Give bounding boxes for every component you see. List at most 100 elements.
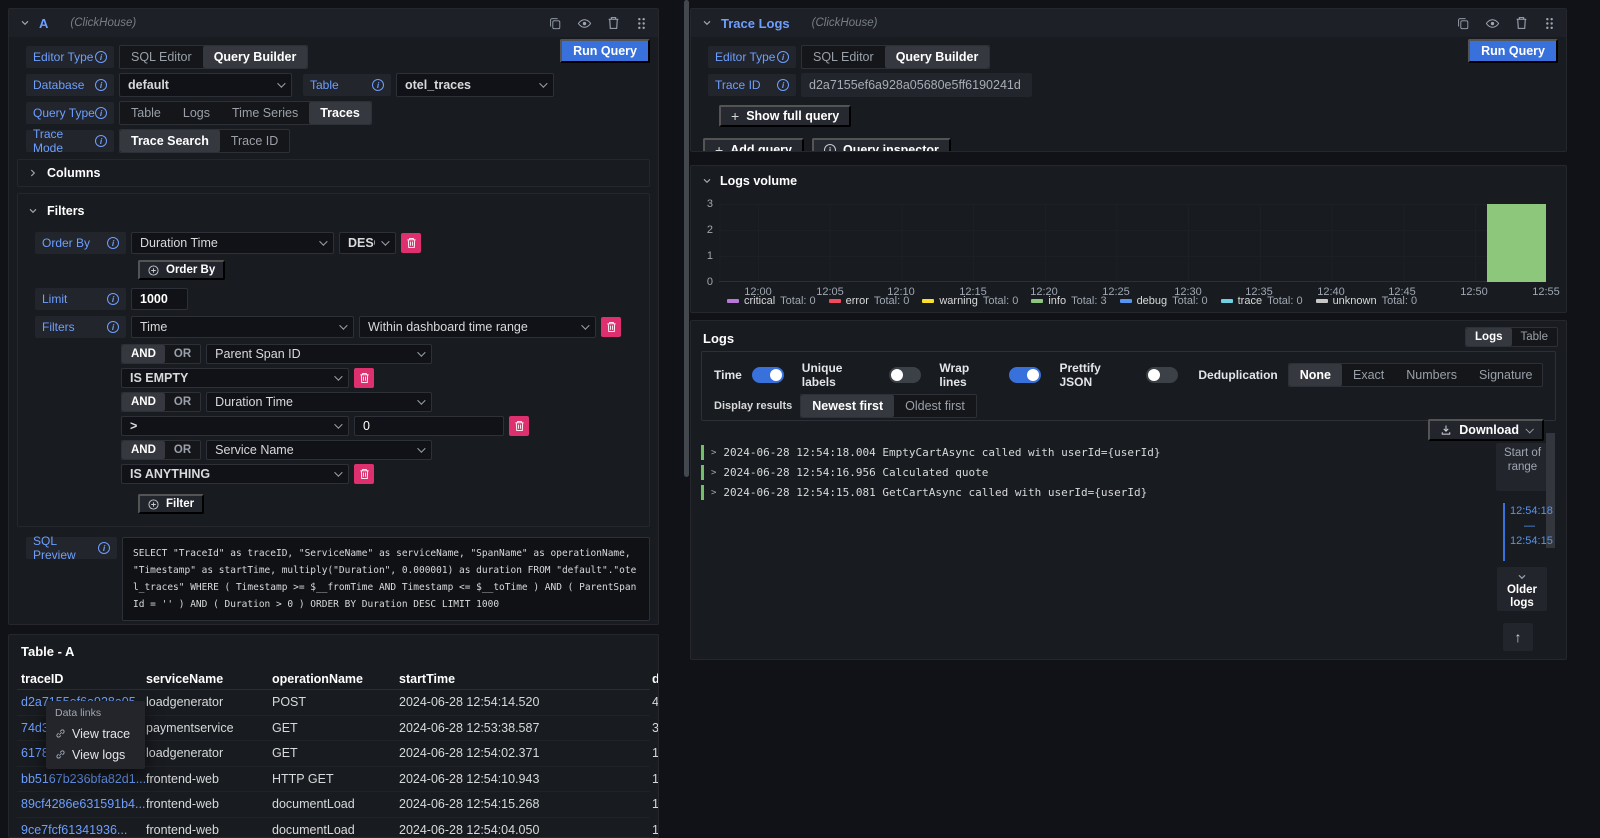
database-select[interactable]: default bbox=[119, 73, 292, 97]
option-query-builder[interactable]: Query Builder bbox=[885, 46, 990, 68]
log-row[interactable]: > 2024-06-28 12:54:18.004 EmptyCartAsync… bbox=[701, 445, 1486, 460]
trace-id-link[interactable]: 9ce7fcf61341936... bbox=[21, 823, 146, 837]
option-logs-view[interactable]: Logs bbox=[1466, 328, 1511, 346]
add-query-button[interactable]: +Add query bbox=[703, 138, 804, 152]
condition-operator-select[interactable]: > bbox=[121, 416, 349, 436]
option-or[interactable]: OR bbox=[165, 393, 200, 411]
drag-handle-icon[interactable] bbox=[635, 17, 648, 30]
option-sql-editor[interactable]: SQL Editor bbox=[120, 46, 203, 68]
table-select[interactable]: otel_traces bbox=[396, 73, 554, 97]
option-trace-id[interactable]: Trace ID bbox=[220, 130, 289, 152]
duplicate-icon[interactable] bbox=[1456, 16, 1470, 30]
logs-volume-header[interactable]: Logs volume bbox=[691, 166, 1566, 188]
col-servicename[interactable]: serviceName bbox=[146, 672, 272, 686]
option-logs[interactable]: Logs bbox=[172, 102, 221, 124]
option-time-series[interactable]: Time Series bbox=[221, 102, 309, 124]
eye-icon[interactable] bbox=[1485, 16, 1500, 31]
remove-condition-button[interactable] bbox=[509, 416, 529, 436]
legend-item[interactable]: errorTotal: 0 bbox=[829, 295, 910, 307]
older-logs-button[interactable]: Older logs bbox=[1497, 567, 1547, 611]
pane-scrollbar[interactable] bbox=[684, 0, 689, 477]
condition-value-input[interactable]: 0 bbox=[354, 416, 504, 436]
order-by-field-select[interactable]: Duration Time bbox=[131, 232, 334, 254]
option-numbers[interactable]: Numbers bbox=[1395, 364, 1468, 386]
col-duration[interactable]: duration bbox=[652, 672, 659, 686]
eye-icon[interactable] bbox=[577, 16, 592, 31]
option-query-builder[interactable]: Query Builder bbox=[203, 46, 308, 68]
filter-field-select[interactable]: Time bbox=[131, 316, 354, 338]
wrap-lines-toggle[interactable] bbox=[1009, 367, 1041, 383]
option-table[interactable]: Table bbox=[120, 102, 172, 124]
trace-id-input[interactable]: d2a7155ef6a928a05680e5ff6190241d bbox=[801, 73, 1032, 97]
option-oldest-first[interactable]: Oldest first bbox=[894, 395, 976, 417]
option-sql-editor[interactable]: SQL Editor bbox=[802, 46, 885, 68]
condition-field-select[interactable]: Duration Time bbox=[206, 392, 432, 412]
option-and[interactable]: AND bbox=[122, 345, 165, 363]
legend-item[interactable]: warningTotal: 0 bbox=[922, 295, 1018, 307]
option-trace-search[interactable]: Trace Search bbox=[120, 130, 220, 152]
legend-item[interactable]: unknownTotal: 0 bbox=[1316, 295, 1418, 307]
option-and[interactable]: AND bbox=[122, 441, 165, 459]
option-none[interactable]: None bbox=[1289, 364, 1342, 386]
show-full-query-button[interactable]: +Show full query bbox=[719, 105, 851, 127]
unique-labels-toggle[interactable] bbox=[889, 367, 921, 383]
remove-condition-button[interactable] bbox=[354, 368, 374, 388]
option-table-view[interactable]: Table bbox=[1512, 328, 1558, 346]
query-inspector-button[interactable]: iQuery inspector bbox=[812, 138, 951, 152]
range-end-time: 12:54:15 bbox=[1510, 535, 1553, 547]
add-filter-button[interactable]: Filter bbox=[138, 494, 204, 514]
option-traces[interactable]: Traces bbox=[309, 102, 371, 124]
scroll-to-top-button[interactable]: ↑ bbox=[1503, 623, 1533, 651]
filter-value-select[interactable]: Within dashboard time range bbox=[359, 316, 596, 338]
col-traceid[interactable]: traceID bbox=[21, 672, 146, 686]
col-operationname[interactable]: operationName bbox=[272, 672, 399, 686]
option-or[interactable]: OR bbox=[165, 345, 200, 363]
option-or[interactable]: OR bbox=[165, 441, 200, 459]
view-trace-menu-item[interactable]: View trace bbox=[46, 723, 145, 744]
legend-item[interactable]: criticalTotal: 0 bbox=[727, 295, 816, 307]
remove-condition-button[interactable] bbox=[354, 464, 374, 484]
limit-input[interactable]: 1000 bbox=[131, 288, 188, 310]
run-query-button[interactable]: Run Query bbox=[560, 39, 650, 63]
filters-section-header[interactable]: Filters bbox=[18, 198, 649, 224]
option-and[interactable]: AND bbox=[122, 393, 165, 411]
expand-log-icon[interactable]: > bbox=[711, 448, 716, 458]
prettify-json-toggle[interactable] bbox=[1146, 367, 1178, 383]
legend-item[interactable]: traceTotal: 0 bbox=[1221, 295, 1303, 307]
panel-title[interactable]: Trace Logs bbox=[721, 16, 790, 31]
chevron-down-icon[interactable] bbox=[19, 17, 31, 29]
delete-panel-icon[interactable] bbox=[607, 16, 620, 30]
expand-log-icon[interactable]: > bbox=[711, 468, 716, 478]
expand-log-icon[interactable]: > bbox=[711, 488, 716, 498]
log-row[interactable]: > 2024-06-28 12:54:15.081 GetCartAsync c… bbox=[701, 485, 1486, 500]
condition-operator-select[interactable]: IS ANYTHING bbox=[121, 464, 349, 484]
drag-handle-icon[interactable] bbox=[1543, 17, 1556, 30]
add-order-by-button[interactable]: Order By bbox=[138, 260, 225, 280]
columns-section[interactable]: Columns bbox=[17, 159, 650, 187]
run-query-button[interactable]: Run Query bbox=[1468, 39, 1558, 63]
panel-title[interactable]: A bbox=[39, 16, 48, 31]
trace-id-link[interactable]: 89cf4286e631591b4... bbox=[21, 797, 146, 811]
duplicate-icon[interactable] bbox=[548, 16, 562, 30]
option-exact[interactable]: Exact bbox=[1342, 364, 1395, 386]
order-by-direction-select[interactable]: DESC bbox=[339, 232, 396, 254]
col-starttime[interactable]: startTime bbox=[399, 672, 652, 686]
logs-minimap-scrollbar[interactable] bbox=[1546, 433, 1555, 548]
condition-field-select[interactable]: Parent Span ID bbox=[206, 344, 432, 364]
download-button[interactable]: Download bbox=[1428, 419, 1544, 441]
condition-field-select[interactable]: Service Name bbox=[206, 440, 432, 460]
condition-operator-select[interactable]: IS EMPTY bbox=[121, 368, 349, 388]
option-newest-first[interactable]: Newest first bbox=[801, 395, 894, 417]
time-toggle[interactable] bbox=[752, 367, 784, 383]
trace-id-link[interactable]: bb5167b236bfa82d1... bbox=[21, 772, 146, 786]
remove-order-by-button[interactable] bbox=[401, 233, 421, 253]
log-row[interactable]: > 2024-06-28 12:54:16.956 Calculated quo… bbox=[701, 465, 1486, 480]
legend-item[interactable]: debugTotal: 0 bbox=[1120, 295, 1208, 307]
delete-panel-icon[interactable] bbox=[1515, 16, 1528, 30]
info-log-volume-bar[interactable] bbox=[1487, 204, 1546, 282]
option-signature[interactable]: Signature bbox=[1468, 364, 1543, 386]
view-logs-menu-item[interactable]: View logs bbox=[46, 744, 145, 765]
remove-filter-button[interactable] bbox=[601, 317, 621, 337]
legend-item[interactable]: infoTotal: 3 bbox=[1031, 295, 1106, 307]
chevron-down-icon[interactable] bbox=[701, 17, 713, 29]
